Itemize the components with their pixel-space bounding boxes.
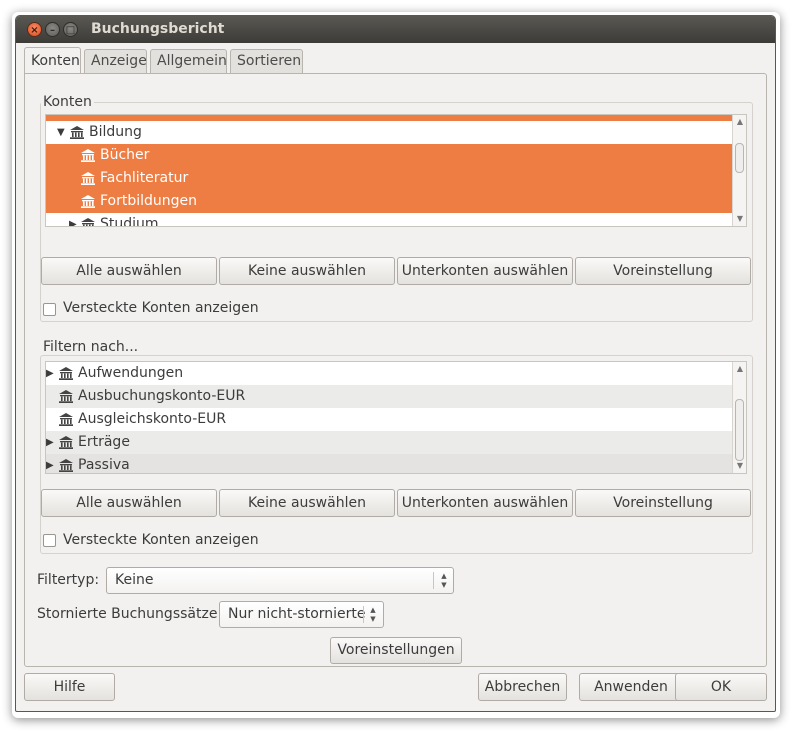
- scroll-thumb[interactable]: [735, 399, 744, 461]
- scroll-thumb[interactable]: [735, 143, 744, 173]
- konten-default-button[interactable]: Voreinstellung: [575, 257, 751, 285]
- updown-arrows-icon: ▲ ▼: [370, 606, 376, 623]
- filter-select-none-button[interactable]: Keine auswählen: [219, 489, 395, 517]
- filter-show-hidden-label: Versteckte Konten anzeigen: [63, 532, 259, 548]
- minimize-window-icon[interactable]: –: [45, 22, 60, 37]
- konten-show-hidden-label: Versteckte Konten anzeigen: [63, 300, 259, 316]
- konten-row-fortbildungen[interactable]: Fortbildungen: [46, 190, 732, 213]
- filter-select-all-button[interactable]: Alle auswählen: [41, 489, 217, 517]
- tab-anzeige[interactable]: Anzeige: [84, 49, 147, 73]
- filter-row-label: Erträge: [78, 434, 130, 450]
- filter-row-label: Passiva: [78, 457, 130, 473]
- filter-row-ausbuchungskonto[interactable]: Ausbuchungskonto-EUR: [46, 385, 732, 408]
- filter-row-label: Ausgleichskonto-EUR: [78, 411, 227, 427]
- bank-building-icon: [59, 367, 73, 380]
- konten-row-label: Studium: [100, 216, 159, 227]
- help-button[interactable]: Hilfe: [24, 673, 115, 701]
- filter-row-label: Aufwendungen: [78, 365, 184, 381]
- konten-tree[interactable]: ▼ Bildung Bücher Fachliteratur Fortbildu…: [45, 114, 747, 227]
- tab-panel-konten: Konten ▼ Bildung Bücher Fachliteratur Fo…: [24, 73, 767, 667]
- storniert-combo[interactable]: Nur nicht-stornierte ▲ ▼: [219, 601, 384, 628]
- bank-building-icon: [70, 126, 84, 139]
- combo-separator: [363, 606, 364, 623]
- bank-building-icon: [59, 459, 73, 472]
- tab-allgemein[interactable]: Allgemein: [150, 49, 227, 73]
- scroll-down-icon[interactable]: ▼: [733, 461, 746, 470]
- maximize-window-icon[interactable]: □: [63, 22, 78, 37]
- konten-row-label: Bildung: [89, 124, 142, 140]
- scroll-down-icon[interactable]: ▼: [733, 214, 746, 223]
- bank-building-icon: [81, 149, 95, 162]
- konten-frame-label: Konten: [41, 94, 94, 110]
- bank-building-icon: [59, 436, 73, 449]
- cancel-button[interactable]: Abbrechen: [478, 673, 567, 701]
- ok-button[interactable]: OK: [675, 673, 767, 701]
- tab-konten[interactable]: Konten: [24, 47, 81, 73]
- combo-separator: [433, 572, 434, 589]
- konten-row-fachliteratur[interactable]: Fachliteratur: [46, 167, 732, 190]
- filter-row-passiva[interactable]: ▶ Passiva: [46, 454, 732, 473]
- tab-sortieren[interactable]: Sortieren: [230, 49, 303, 73]
- storniert-value: Nur nicht-stornierte: [228, 606, 366, 622]
- konten-row-label: Fachliteratur: [100, 170, 189, 186]
- filter-select-subaccounts-button[interactable]: Unterkonten auswählen: [397, 489, 573, 517]
- storniert-label: Stornierte Buchungssätze:: [37, 606, 223, 622]
- titlebar: × – □ Buchungsbericht: [16, 16, 775, 43]
- filtertyp-combo[interactable]: Keine ▲ ▼: [106, 567, 454, 594]
- konten-select-subaccounts-button[interactable]: Unterkonten auswählen: [397, 257, 573, 285]
- apply-button[interactable]: Anwenden: [579, 673, 683, 701]
- bank-building-icon: [81, 218, 95, 226]
- filter-frame-label: Filtern nach...: [41, 339, 141, 355]
- expander-right-icon[interactable]: ▶: [46, 362, 54, 385]
- konten-scrollbar[interactable]: ▲ ▼: [732, 115, 746, 226]
- dialog-window: × – □ Buchungsbericht Konten Anzeige All…: [15, 15, 776, 712]
- updown-arrows-icon: ▲ ▼: [441, 572, 447, 589]
- bank-building-icon: [81, 172, 95, 185]
- filter-show-hidden-checkbox[interactable]: [43, 534, 56, 547]
- bank-building-icon: [59, 390, 73, 403]
- filter-row-aufwendungen[interactable]: ▶ Aufwendungen: [46, 362, 732, 385]
- window-title: Buchungsbericht: [91, 21, 225, 37]
- expander-right-icon[interactable]: ▶: [46, 431, 54, 454]
- scroll-up-icon[interactable]: ▲: [733, 117, 746, 126]
- konten-row-label: Fortbildungen: [100, 193, 198, 209]
- konten-show-hidden-checkbox[interactable]: [43, 303, 56, 316]
- bank-building-icon: [59, 413, 73, 426]
- filter-row-label: Ausbuchungskonto-EUR: [78, 388, 246, 404]
- filter-row-ausgleichskonto[interactable]: Ausgleichskonto-EUR: [46, 408, 732, 431]
- konten-row-buecher[interactable]: Bücher: [46, 144, 732, 167]
- konten-row-partial[interactable]: [46, 115, 732, 121]
- konten-row-label: Bücher: [100, 147, 150, 163]
- filter-scrollbar[interactable]: ▲ ▼: [732, 362, 746, 473]
- expander-down-icon[interactable]: ▼: [57, 121, 65, 144]
- konten-row-bildung[interactable]: ▼ Bildung: [46, 121, 732, 144]
- restore-defaults-button[interactable]: Voreinstellungen: [330, 637, 462, 664]
- scroll-up-icon[interactable]: ▲: [733, 364, 746, 373]
- close-window-icon[interactable]: ×: [27, 22, 42, 37]
- konten-row-studium[interactable]: ▶ Studium: [46, 213, 732, 227]
- expander-right-icon[interactable]: ▶: [69, 213, 77, 226]
- filtertyp-value: Keine: [115, 572, 154, 588]
- filter-tree[interactable]: ▶ Aufwendungen Ausbuchungskonto-EUR Ausg…: [45, 361, 747, 474]
- filtertyp-label: Filtertyp:: [37, 572, 100, 588]
- konten-select-all-button[interactable]: Alle auswählen: [41, 257, 217, 285]
- expander-right-icon[interactable]: ▶: [46, 454, 54, 473]
- bank-building-icon: [81, 195, 95, 208]
- filter-default-button[interactable]: Voreinstellung: [575, 489, 751, 517]
- konten-select-none-button[interactable]: Keine auswählen: [219, 257, 395, 285]
- filter-row-ertraege[interactable]: ▶ Erträge: [46, 431, 732, 454]
